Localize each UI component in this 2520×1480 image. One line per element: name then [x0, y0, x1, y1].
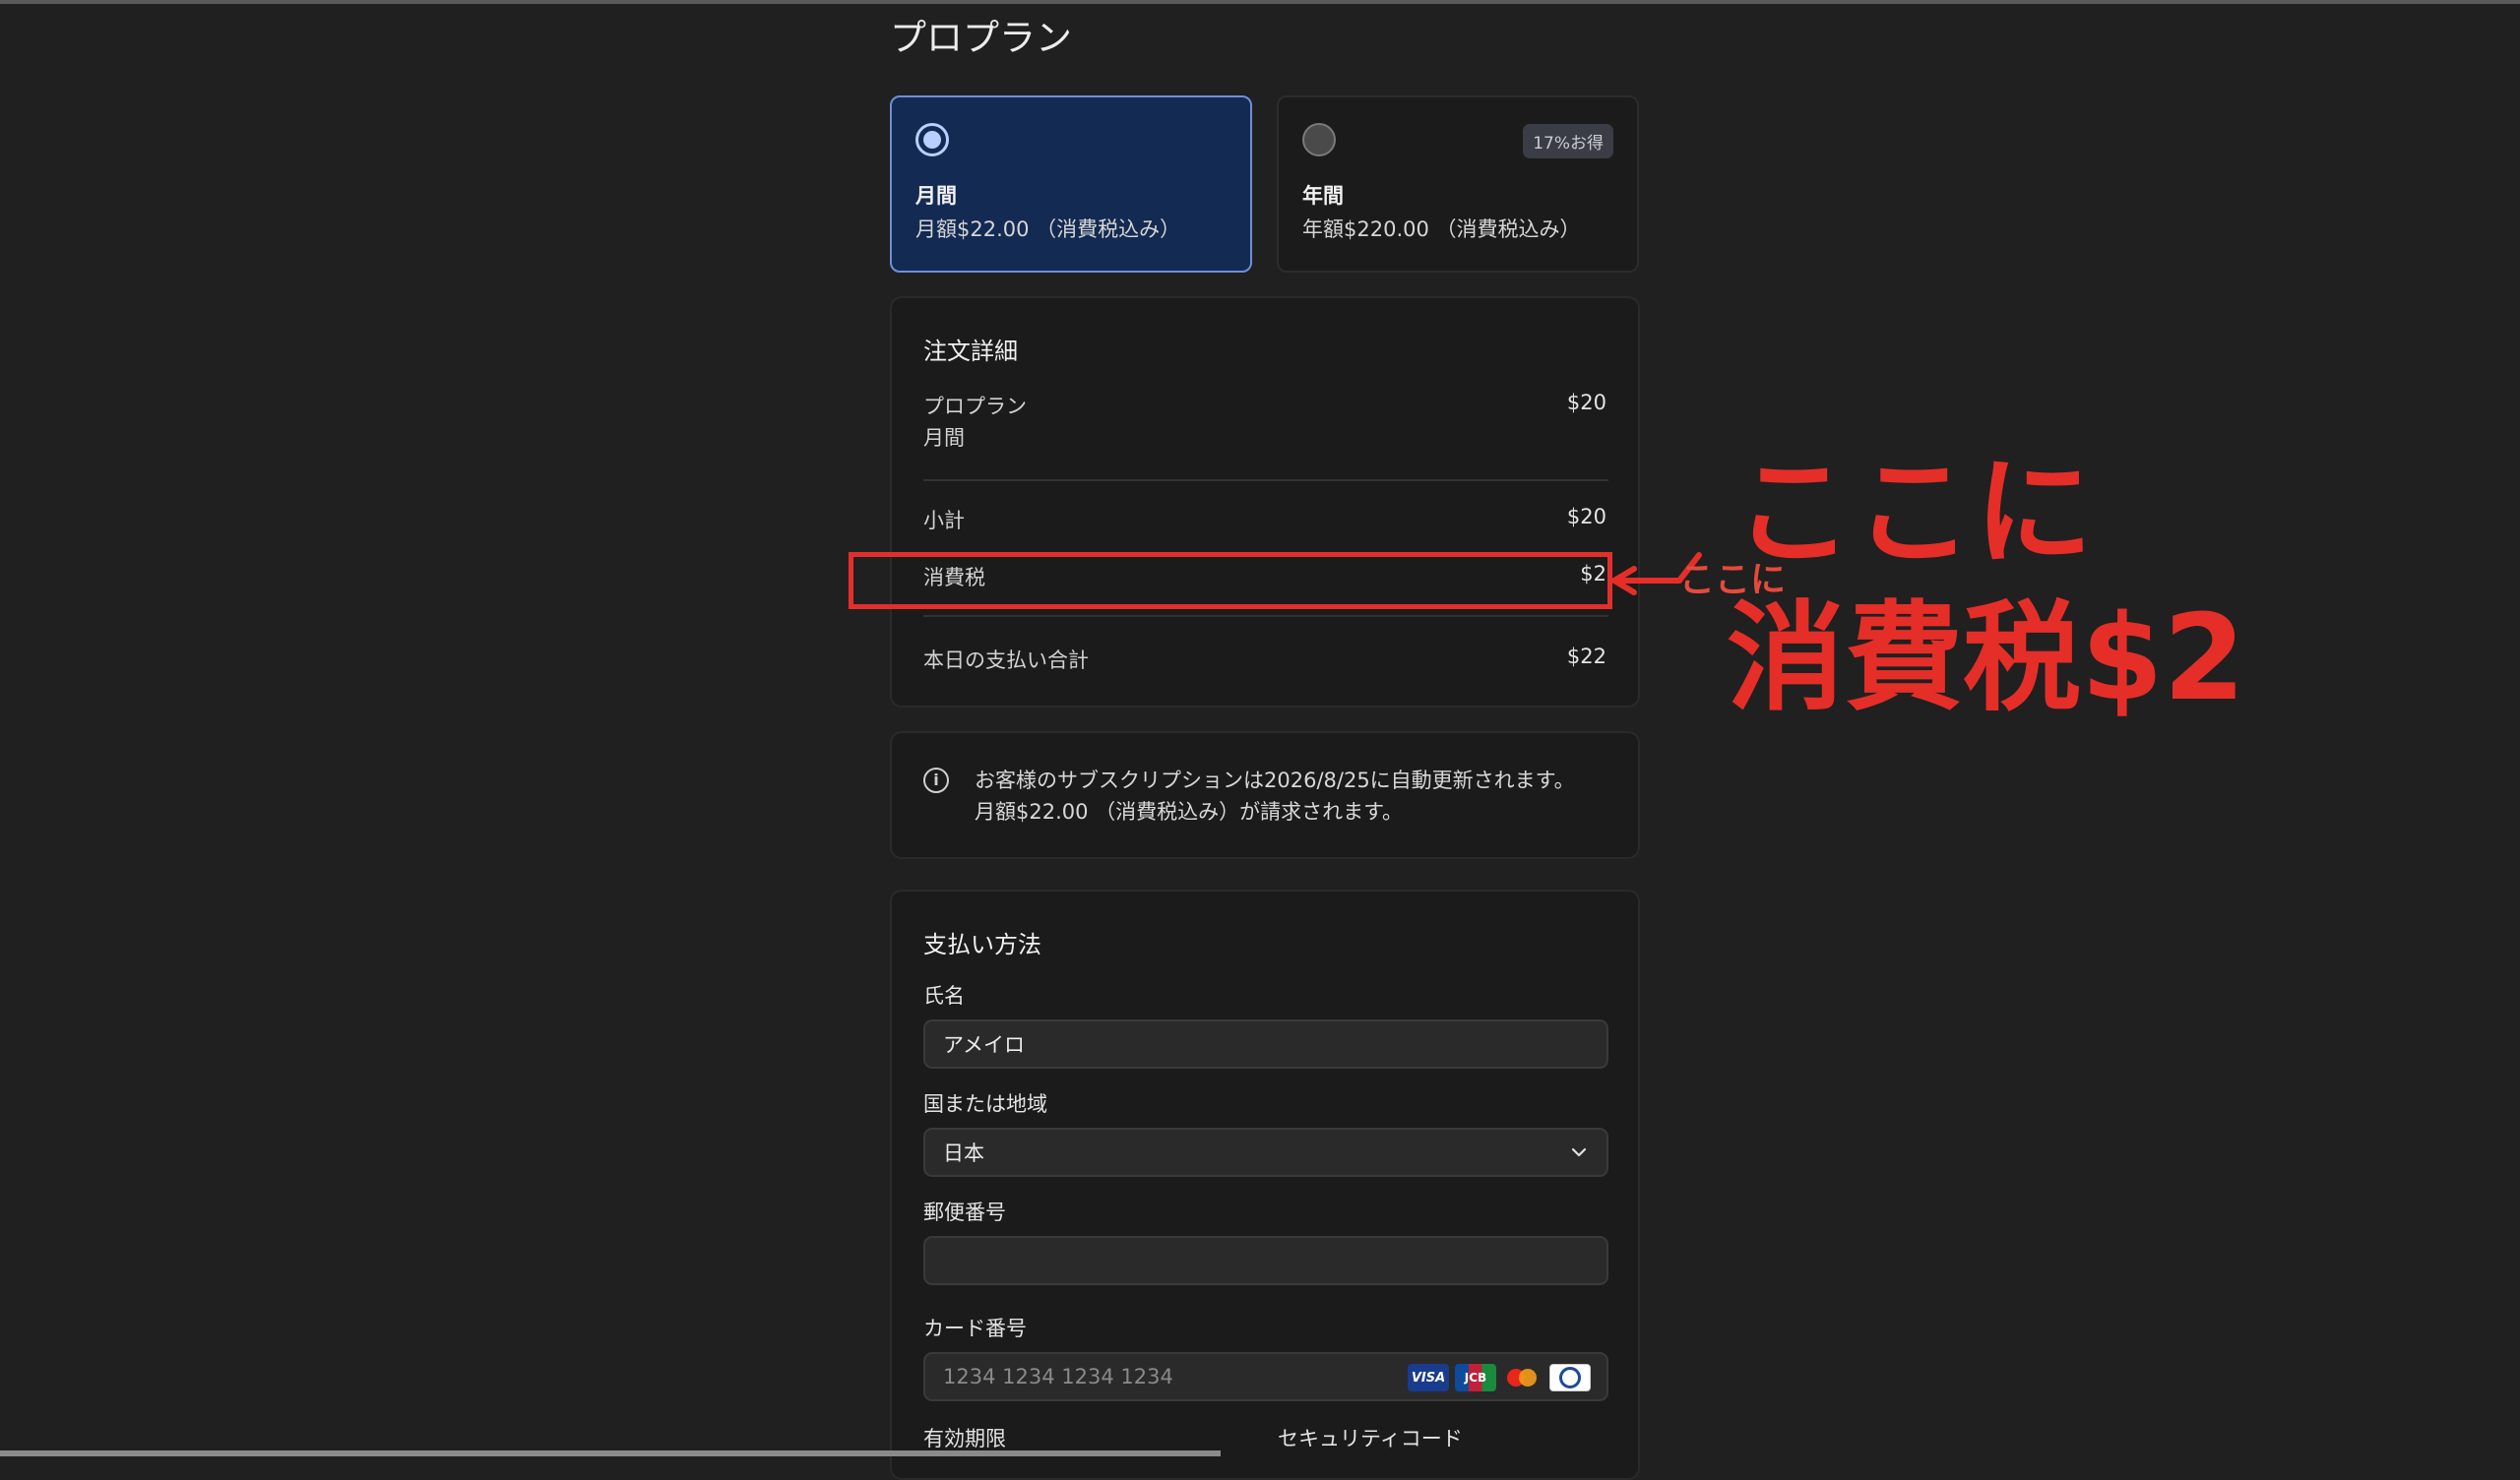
card-number-placeholder: 1234 1234 1234 1234 — [943, 1365, 1173, 1388]
card-number-label: カード番号 — [923, 1317, 1027, 1340]
plan-name: 月間 — [915, 184, 957, 208]
country-select[interactable]: 日本 — [923, 1128, 1608, 1177]
plan-option-yearly[interactable]: 17%お得 年間 年額$220.00 （消費税込み） — [1277, 95, 1639, 273]
radio-unselected-icon[interactable] — [1302, 123, 1336, 156]
divider — [923, 615, 1608, 617]
info-icon: i — [923, 768, 949, 793]
discount-badge: 17%お得 — [1523, 124, 1613, 158]
renewal-notice-text: お客様のサブスクリプションは2026/8/25に自動更新されます。 月額$22.… — [975, 765, 1575, 828]
total-label: 本日の支払い合計 — [923, 648, 1089, 672]
name-input-value: アメイロ — [943, 1033, 1025, 1057]
window-top-edge — [0, 0, 2520, 4]
radio-selected-icon[interactable] — [915, 123, 949, 156]
name-input[interactable]: アメイロ — [923, 1019, 1608, 1069]
mastercard-icon — [1502, 1364, 1544, 1391]
renewal-notice-line: お客様のサブスクリプションは2026/8/25に自動更新されます。 — [975, 769, 1575, 792]
postal-input[interactable] — [923, 1236, 1608, 1285]
diners-club-icon — [1549, 1364, 1591, 1391]
plan-price: 年額$220.00 （消費税込み） — [1302, 217, 1581, 241]
plan-option-monthly[interactable]: 月間 月額$22.00 （消費税込み） — [890, 95, 1252, 273]
chevron-down-icon — [1571, 1147, 1587, 1157]
card-number-input[interactable]: 1234 1234 1234 1234 VISA JCB — [923, 1352, 1608, 1401]
cvc-label: セキュリティコード — [1278, 1427, 1463, 1450]
page-title: プロプラン — [890, 17, 1072, 59]
postal-label: 郵便番号 — [923, 1201, 1006, 1224]
renewal-notice-line: 月額$22.00 （消費税込み）が請求されます。 — [975, 800, 1404, 824]
payment-method-title: 支払い方法 — [923, 931, 1041, 958]
order-details-card: 注文詳細 プロプラン 月間 $20 小計 $20 消費税 $2 本日の支払い合計… — [890, 296, 1640, 708]
order-item-name: プロプラン — [923, 395, 1027, 418]
name-label: 氏名 — [923, 984, 965, 1008]
annotation-callout-line2: 消費税$2 — [1727, 590, 2245, 727]
country-select-value: 日本 — [943, 1141, 984, 1165]
plan-price: 月額$22.00 （消費税込み） — [915, 217, 1181, 241]
payment-method-card: 支払い方法 氏名 アメイロ 国または地域 日本 郵便番号 カード番号 1234 … — [890, 890, 1640, 1480]
tax-highlight-box — [849, 552, 1612, 609]
card-brand-icons: VISA JCB — [1408, 1364, 1591, 1391]
country-label: 国または地域 — [923, 1092, 1047, 1116]
order-item-price: $20 — [1566, 391, 1606, 414]
order-item-period: 月間 — [923, 426, 965, 450]
annotation-callout-line1: ここに — [1734, 445, 2095, 582]
visa-icon: VISA — [1408, 1364, 1449, 1391]
renewal-notice: i お客様のサブスクリプションは2026/8/25に自動更新されます。 月額$2… — [890, 731, 1640, 859]
plan-name: 年間 — [1302, 184, 1344, 208]
order-details-title: 注文詳細 — [923, 338, 1018, 365]
jcb-icon: JCB — [1455, 1364, 1496, 1391]
expiry-label: 有効期限 — [923, 1427, 1006, 1450]
subtotal-label: 小計 — [923, 509, 965, 532]
total-value: $22 — [1566, 645, 1606, 668]
divider — [923, 479, 1608, 481]
window-bottom-edge — [0, 1450, 1221, 1456]
subtotal-value: $20 — [1566, 505, 1606, 528]
